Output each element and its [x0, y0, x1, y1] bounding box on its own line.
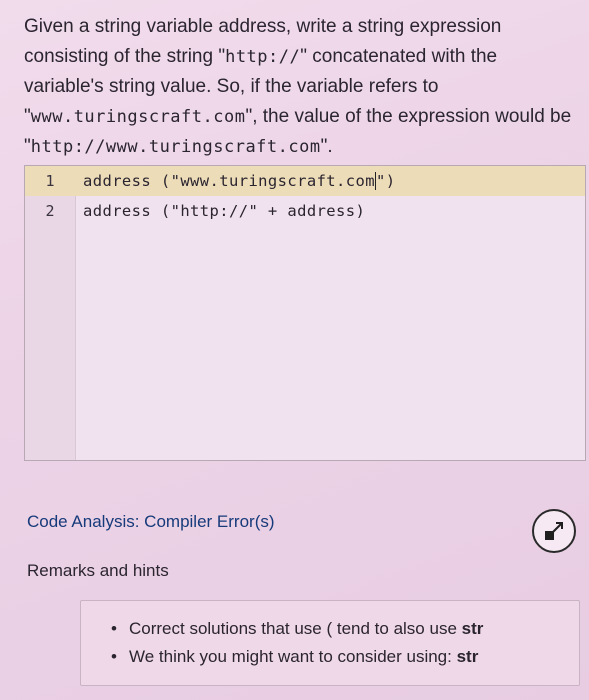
problem-code-1: http:// — [225, 47, 301, 67]
problem-code-3: http://www.turingscraft.com — [30, 137, 321, 157]
problem-text-4: ". — [320, 136, 333, 157]
hint-text: Correct solutions that use ( tend to als… — [129, 619, 462, 638]
hint-text: We think you might want to consider usin… — [129, 647, 457, 666]
hint-keyword: str — [461, 619, 484, 638]
problem-code-2: www.turingscraft.com — [30, 107, 246, 127]
code-before-cursor: address ("www.turingscraft.com — [83, 171, 375, 190]
hint-keyword: str — [456, 647, 479, 666]
hints-list: Correct solutions that use ( tend to als… — [111, 615, 484, 671]
line-number: 1 — [45, 172, 55, 190]
line-number: 2 — [45, 202, 55, 220]
code-editor[interactable]: 1 address ("www.turingscraft.com") 2 add… — [24, 165, 586, 461]
remarks-title: Remarks and hints — [27, 561, 169, 580]
code-text[interactable]: address ("http://" + address) — [75, 202, 365, 220]
code-analysis-link[interactable]: Code Analysis: Compiler Error(s) — [27, 512, 275, 532]
expand-button[interactable] — [532, 509, 576, 553]
hints-box: Correct solutions that use ( tend to als… — [80, 600, 580, 686]
code-line-1[interactable]: 1 address ("www.turingscraft.com") — [25, 166, 585, 196]
hint-item: We think you might want to consider usin… — [111, 643, 483, 671]
hint-item: Correct solutions that use ( tend to als… — [111, 615, 484, 643]
code-text[interactable]: address ("www.turingscraft.com") — [75, 172, 395, 191]
code-line-2[interactable]: 2 address ("http://" + address) — [25, 196, 585, 226]
expand-arrow-icon — [545, 522, 563, 540]
problem-statement: Given a string variable address, write a… — [24, 12, 576, 162]
code-after-cursor: ") — [375, 171, 396, 190]
